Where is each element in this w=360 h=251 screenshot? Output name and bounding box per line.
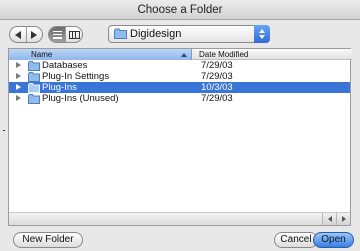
folder-icon [28, 94, 40, 104]
file-row[interactable]: Plug-Ins (Unused) 7/29/03 [9, 93, 350, 104]
location-label: Digidesign [130, 28, 182, 40]
file-date: 10/3/03 [201, 82, 233, 93]
horizontal-scrollbar[interactable] [9, 213, 350, 225]
file-date: 7/29/03 [201, 60, 233, 71]
file-name: Plug-Ins (Unused) [42, 93, 119, 104]
file-name: Plug-In Settings [42, 71, 110, 82]
back-icon [14, 30, 21, 39]
folder-icon [114, 28, 127, 39]
date-modified-column-header[interactable]: Date Modified [192, 49, 352, 60]
file-row-selected[interactable]: Plug-Ins 10/3/03 [9, 82, 350, 93]
scroll-left-button[interactable] [322, 213, 336, 225]
scroll-left-icon [327, 216, 332, 222]
view-mode-control [48, 26, 83, 43]
list-view-icon [52, 30, 62, 39]
sort-ascending-icon [181, 53, 187, 57]
scroll-right-button[interactable] [336, 213, 350, 225]
cancel-button[interactable]: Cancel [274, 232, 318, 248]
file-date: 7/29/03 [201, 93, 233, 104]
disclosure-triangle-icon[interactable] [16, 95, 21, 101]
forward-icon [31, 30, 38, 39]
open-button[interactable]: Open [313, 232, 354, 248]
disclosure-triangle-icon[interactable] [16, 73, 21, 79]
window-title: Choose a Folder [0, 0, 360, 20]
column-view-icon [68, 30, 80, 39]
name-header-label: Name [31, 50, 53, 59]
file-name: Databases [42, 60, 88, 71]
choose-folder-dialog: Choose a Folder Digidesign Name Date Mod… [0, 0, 360, 251]
forward-button[interactable] [25, 27, 43, 42]
file-name: Plug-Ins [42, 82, 77, 93]
list-view-button[interactable] [49, 27, 65, 42]
back-forward-control [9, 26, 43, 43]
column-view-button[interactable] [65, 27, 82, 42]
name-column-header[interactable]: Name [9, 49, 192, 60]
file-date: 7/29/03 [201, 71, 233, 82]
folder-icon [28, 72, 40, 82]
folder-icon [28, 83, 40, 93]
scroll-right-icon [341, 216, 346, 222]
location-popup[interactable]: Digidesign [108, 25, 270, 43]
new-folder-button[interactable]: New Folder [13, 232, 83, 248]
back-button[interactable] [10, 27, 26, 42]
disclosure-triangle-icon[interactable] [16, 62, 21, 68]
resize-grip [3, 130, 5, 131]
file-browser: Name Date Modified Databases 7/29/03 Plu… [8, 48, 352, 226]
disclosure-triangle-icon[interactable] [16, 84, 21, 90]
file-row[interactable]: Databases 7/29/03 [9, 60, 350, 71]
date-header-label: Date Modified [199, 50, 249, 59]
popup-arrows-icon [254, 25, 270, 43]
toolbar: Digidesign [0, 21, 360, 48]
column-header: Name Date Modified [9, 49, 352, 60]
folder-icon [28, 61, 40, 71]
file-row[interactable]: Plug-In Settings 7/29/03 [9, 71, 350, 82]
